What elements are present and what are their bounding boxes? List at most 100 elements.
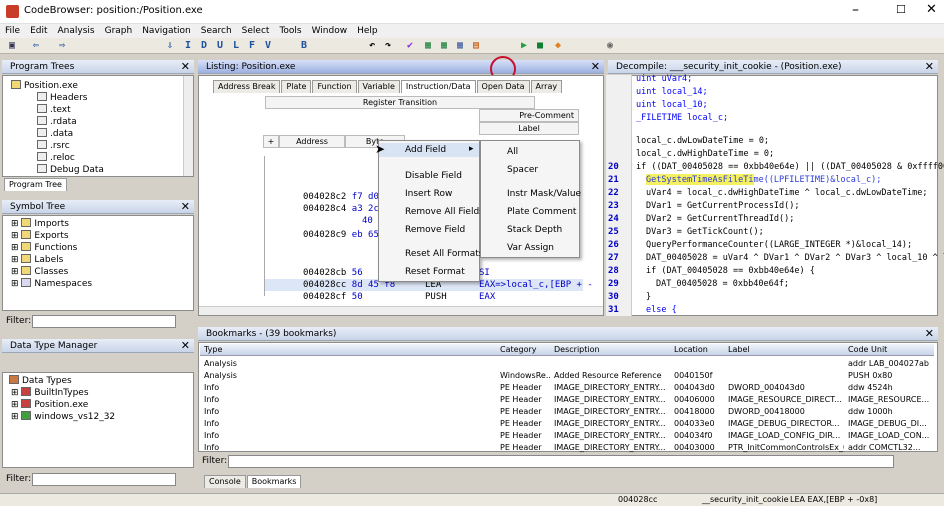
tree-item[interactable]: Debug Data (37, 164, 104, 175)
tree-item[interactable]: Data Types (9, 375, 72, 386)
table-row[interactable]: Info PE Header IMAGE_DIRECTORY_ENTRY... 004… (200, 430, 934, 442)
field-address[interactable]: Address (279, 135, 345, 148)
tree-item[interactable]: .text (37, 104, 71, 115)
tab-function[interactable]: Function (312, 80, 357, 93)
code-line[interactable]: DAT_00405028 = uVar4 ^ DVar1 ^ DVar2 ^ D… (646, 253, 944, 263)
tab-array[interactable]: Array (530, 80, 563, 93)
tree-item[interactable]: ⊞ windows_vs12_32 (11, 411, 115, 422)
code-line[interactable]: DAT_00405028 = 0xbb40e64f; (656, 279, 789, 289)
nav-undefined-button[interactable]: U (214, 40, 226, 52)
field-label[interactable]: Label (479, 122, 579, 135)
symbol-filter-input[interactable] (32, 315, 176, 328)
tab-console[interactable]: Console (204, 475, 246, 488)
tree-item[interactable]: .rsrc (37, 140, 70, 151)
menu-tools[interactable]: Tools (274, 24, 306, 38)
table-icon[interactable]: ▦ (438, 40, 450, 52)
back-icon[interactable]: ⇦ (30, 40, 42, 52)
column-description[interactable]: Description (554, 344, 670, 356)
listing-row[interactable]: 004028cb 56 (303, 268, 363, 278)
menu-file[interactable]: File (0, 24, 25, 38)
dtm-filter-input[interactable] (32, 473, 176, 486)
grid-icon[interactable]: ▦ (422, 40, 434, 52)
tree-item[interactable]: .data (37, 128, 73, 139)
processor-icon[interactable]: ◉ (604, 40, 616, 52)
memory-icon[interactable]: ▦ (454, 40, 466, 52)
tab-open-data[interactable]: Open Data (476, 80, 530, 93)
code-line[interactable]: GetSystemTimeAsFileTime((LPFILETIME)&loc… (646, 175, 881, 185)
field-register-transition[interactable]: Register Transition (265, 96, 535, 109)
tree-item[interactable]: .reloc (37, 152, 75, 163)
close-button[interactable]: ✕ (926, 2, 937, 17)
tree-item[interactable]: ⊞ BuiltInTypes (11, 387, 89, 398)
column-category[interactable]: Category (500, 344, 550, 356)
nav-bookmark-button[interactable]: B (298, 40, 310, 52)
menu-item-remove-all-fields[interactable]: Remove All Fields (405, 207, 484, 217)
tree-item[interactable]: ⊞ Position.exe (11, 399, 88, 410)
undo-icon[interactable]: ↶ (366, 40, 378, 52)
code-line[interactable]: uint local_14; (636, 87, 708, 97)
nav-data-button[interactable]: D (198, 40, 210, 52)
code-line[interactable]: local_c.dwLowDateTime = 0; (636, 136, 769, 146)
nav-value-button[interactable]: V (262, 40, 274, 52)
scrollbar[interactable] (183, 76, 193, 176)
close-icon[interactable]: ✕ (181, 200, 190, 214)
submenu-item-all[interactable]: All (507, 147, 518, 157)
run-icon[interactable]: ▶ (518, 40, 530, 52)
forward-icon[interactable]: ⇨ (56, 40, 68, 52)
code-line[interactable]: _FILETIME local_c; (636, 113, 728, 123)
code-line[interactable]: uVar4 = local_c.dwHighDateTime ^ local_c… (646, 188, 927, 198)
menu-help[interactable]: Help (352, 24, 383, 38)
menu-item-reset-all-formats[interactable]: Reset All Formats (405, 249, 483, 259)
code-line[interactable]: DVar1 = GetCurrentProcessId(); (646, 201, 800, 211)
column-code-unit[interactable]: Code Unit (848, 344, 934, 356)
menu-window[interactable]: Window (307, 24, 353, 38)
field-plus[interactable]: + (263, 135, 279, 148)
minimize-button[interactable]: – (852, 2, 859, 18)
menu-search[interactable]: Search (196, 24, 237, 38)
tree-item[interactable]: ⊞ Functions (11, 242, 77, 253)
listing-row[interactable]: 004028c4 a3 2c (303, 204, 379, 214)
table-row[interactable]: Info PE Header IMAGE_DIRECTORY_ENTRY... 004… (200, 442, 934, 454)
code-line[interactable]: if (DAT_00405028 == 0xbb40e64e) { (646, 266, 815, 276)
table-row[interactable]: Info PE Header IMAGE_DIRECTORY_ENTRY... 004… (200, 394, 934, 406)
submenu-item-var-assign[interactable]: Var Assign (507, 243, 554, 253)
menu-analysis[interactable]: Analysis (53, 24, 100, 38)
diamond-icon[interactable]: ◆ (552, 40, 564, 52)
code-line[interactable]: uint uVar4; (636, 74, 692, 84)
menu-select[interactable]: Select (237, 24, 275, 38)
menu-item-disable-field[interactable]: Disable Field (405, 171, 462, 181)
scrollbar[interactable] (199, 306, 603, 315)
tab-plate[interactable]: Plate (281, 80, 312, 93)
field-pre-comment[interactable]: Pre-Comment (479, 109, 579, 122)
close-icon[interactable]: ✕ (925, 327, 934, 341)
column-label[interactable]: Label (728, 344, 844, 356)
tab-variable[interactable]: Variable (357, 80, 400, 93)
table-row[interactable]: Info PE Header IMAGE_DIRECTORY_ENTRY... 004… (200, 406, 934, 418)
tab-address-break[interactable]: Address Break (213, 80, 281, 93)
bookmark-filter-input[interactable] (228, 455, 894, 468)
code-line[interactable]: local_c.dwHighDateTime = 0; (636, 149, 774, 159)
menu-edit[interactable]: Edit (25, 24, 52, 38)
menu-item-insert-row[interactable]: Insert Row (405, 189, 452, 199)
tree-item[interactable]: Headers (37, 92, 87, 103)
menu-item-remove-field[interactable]: Remove Field (405, 225, 465, 235)
down-arrow-icon[interactable]: ⇩ (164, 40, 176, 52)
code-line[interactable]: DVar3 = GetTickCount(); (646, 227, 764, 237)
column-location[interactable]: Location (674, 344, 724, 356)
tab-program-tree[interactable]: Program Tree (4, 178, 67, 191)
code-line[interactable]: else { (646, 305, 677, 315)
tree-item[interactable]: ⊞ Namespaces (11, 278, 92, 289)
table-row[interactable]: Analysis addr LAB_004027ab (200, 358, 934, 370)
check-icon[interactable]: ✔ (404, 40, 416, 52)
submenu-item-spacer[interactable]: Spacer (507, 165, 538, 175)
column-type[interactable]: Type (204, 344, 494, 356)
tree-item[interactable]: ⊞ Imports (11, 218, 69, 229)
submenu-item-instr-mask[interactable]: Instr Mask/Value (507, 189, 581, 199)
close-icon[interactable]: ✕ (181, 339, 190, 353)
code-line[interactable]: } (646, 292, 651, 302)
tree-item[interactable]: ⊞ Exports (11, 230, 69, 241)
tree-item[interactable]: ⊞ Classes (11, 266, 68, 277)
nav-label-button[interactable]: L (230, 40, 242, 52)
code-line[interactable]: if ((DAT_00405028 == 0xbb40e64e) || ((DA… (636, 162, 944, 172)
listing-row[interactable]: 004028cf 50 (303, 292, 363, 302)
